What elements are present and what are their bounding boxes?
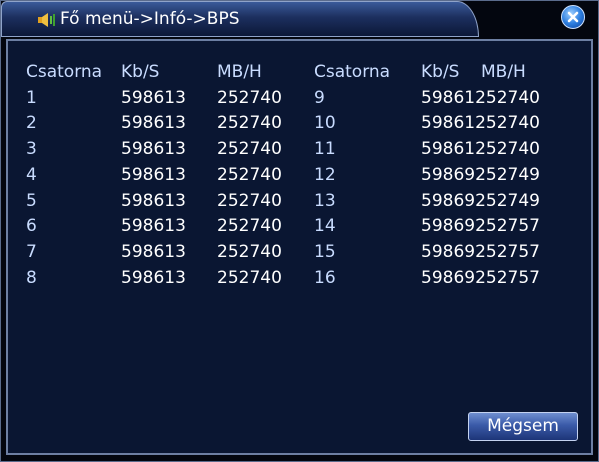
column-header: MB/H [481,62,526,82]
channel-number: 8 [26,267,37,288]
column-header: Kb/S [121,62,160,82]
channel-number: 3 [26,139,37,160]
cancel-button[interactable]: Mégsem [468,412,578,441]
kbs-value: 598613 [121,139,186,160]
channel-number: 4 [26,164,37,185]
channel-number: 5 [26,190,37,211]
combined-value: 59869252749 [421,190,540,211]
combined-value: 59861252740 [421,139,540,160]
kbs-value: 598613 [121,267,186,288]
close-icon [567,11,579,23]
kbs-column-left: Kb/S 598613 598613 598613 598613 598613 … [121,60,186,291]
speaker-icon [38,13,55,27]
mbh-value: 252740 [217,164,282,185]
column-header: Csatorna [314,62,391,82]
mbh-value: 252740 [217,139,282,160]
channel-number: 1 [26,87,37,108]
mbh-value: 252740 [217,113,282,134]
kbs-value: 598613 [121,113,186,134]
channel-number: 7 [26,241,37,262]
channel-number: 12 [314,164,336,185]
channel-number: 2 [26,113,37,134]
combined-value: 59861252740 [421,113,540,134]
column-header: MB/H [217,62,262,82]
channel-number: 15 [314,241,336,262]
combined-column-right: Kb/S 59861252740 59861252740 59861252740… [421,60,540,291]
title-bar: Fő menü->Infó->BPS [1,1,479,37]
kbs-value: 598613 [121,216,186,237]
kbs-value: 598613 [121,87,186,108]
channel-number: 6 [26,216,37,237]
combined-value: 59861252740 [421,87,540,108]
mbh-value: 252740 [217,241,282,262]
combined-value: 59869252757 [421,241,540,262]
mbh-column-left: MB/H 252740 252740 252740 252740 252740 … [217,60,282,291]
kbs-value: 598613 [121,164,186,185]
mbh-value: 252740 [217,87,282,108]
channel-number: 16 [314,267,336,288]
window-title: Fő menü->Infó->BPS [60,9,240,29]
channel-number: 14 [314,216,336,237]
bps-table-panel: Csatorna 1 2 3 4 5 6 7 8 Kb/S 598613 598… [6,39,593,455]
close-button[interactable] [561,5,585,29]
kbs-value: 598613 [121,190,186,211]
channel-column-right: Csatorna 9 10 11 12 13 14 15 16 [314,60,390,291]
combined-value: 59869252757 [421,267,540,288]
combined-value: 59869252749 [421,164,540,185]
channel-number: 10 [314,113,336,134]
mbh-value: 252740 [217,190,282,211]
kbs-value: 598613 [121,241,186,262]
channel-number: 13 [314,190,336,211]
channel-number: 11 [314,139,336,160]
mbh-value: 252740 [217,267,282,288]
mbh-value: 252740 [217,216,282,237]
mbh-header-right-wrap: MB/H [481,60,526,86]
channel-number: 9 [314,87,325,108]
combined-value: 59869252757 [421,216,540,237]
column-header: Csatorna [26,62,103,82]
channel-column-left: Csatorna 1 2 3 4 5 6 7 8 [26,60,102,291]
bps-dialog: Fő menü->Infó->BPS Csatorna 1 2 3 4 5 6 … [0,0,599,462]
